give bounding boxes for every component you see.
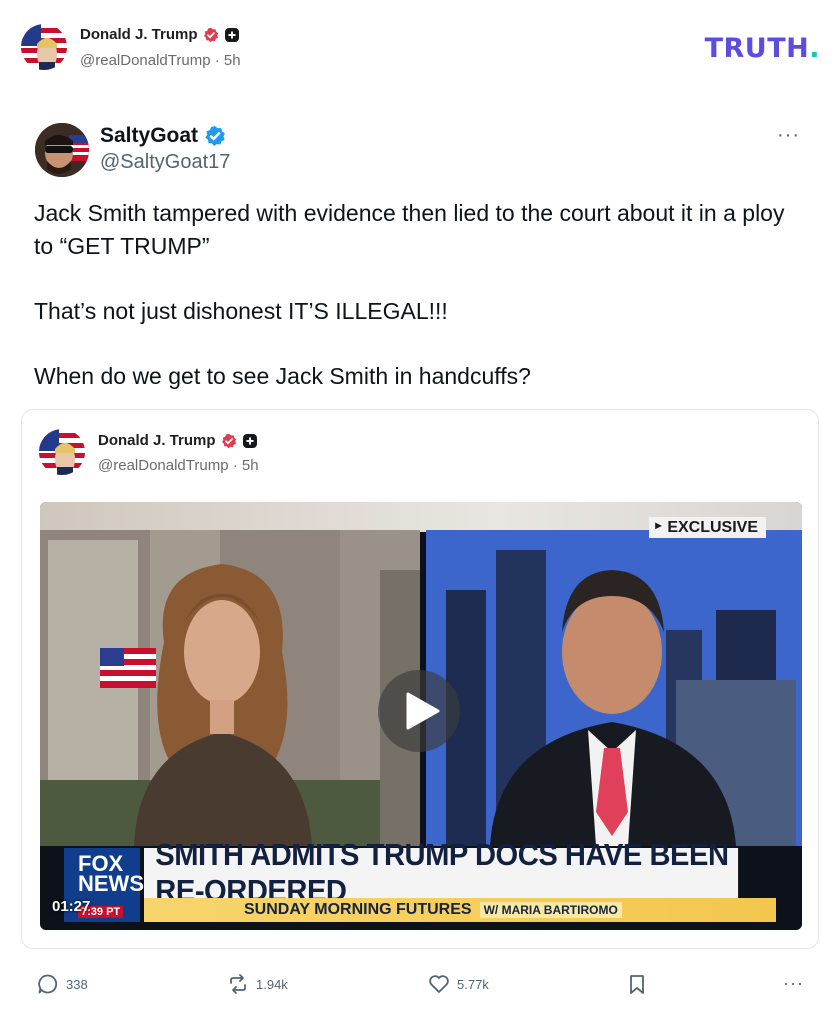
retruth-button[interactable]: 1.94k xyxy=(227,973,288,995)
more-actions-icon[interactable]: ··· xyxy=(783,973,804,994)
guest-figure xyxy=(470,552,750,846)
quoted-author-name[interactable]: Donald J. Trump xyxy=(98,432,258,449)
logo-text: TRUTH xyxy=(704,33,810,64)
plus-badge-icon xyxy=(242,433,257,448)
video-player[interactable]: EXCLUSIVE FOX NEWS 7:39 PT SMITH ADMITS … xyxy=(40,502,802,930)
like-button[interactable]: 5.77k xyxy=(428,973,489,995)
truth-social-logo[interactable]: TRUTH. xyxy=(705,33,820,64)
news-chyron: FOX NEWS 7:39 PT SMITH ADMITS TRUMP DOCS… xyxy=(64,837,776,924)
quoted-author-name-text[interactable]: Donald J. Trump xyxy=(98,432,216,449)
author-name-text[interactable]: Donald J. Trump xyxy=(80,26,198,43)
plus-badge-icon xyxy=(224,27,239,42)
page-header: Donald J. Trump @realDonaldTrump · 5h TR… xyxy=(0,0,840,100)
author-name[interactable]: Donald J. Trump xyxy=(80,26,240,43)
show-title: SUNDAY MORNING FUTURES xyxy=(244,901,472,918)
play-icon xyxy=(406,692,440,730)
anchor-figure xyxy=(124,552,320,846)
chyron-headline: SMITH ADMITS TRUMP DOCS HAVE BEEN RE-ORD… xyxy=(144,837,739,908)
post-paragraph: When do we get to see Jack Smith in hand… xyxy=(34,362,531,389)
verified-badge-icon xyxy=(205,126,225,147)
post-author-name[interactable]: SaltyGoat xyxy=(100,124,226,148)
reply-count: 338 xyxy=(66,976,88,992)
retruth-count: 1.94k xyxy=(256,976,288,992)
author-handle: @realDonaldTrump · 5h xyxy=(80,52,241,69)
play-button[interactable] xyxy=(378,670,460,752)
post-actions-bar: 338 1.94k 5.77k ··· xyxy=(0,965,840,1005)
post-paragraph: That’s not just dishonest IT’S ILLEGAL!!… xyxy=(34,297,448,324)
quoted-author-avatar[interactable] xyxy=(39,429,85,475)
heart-icon xyxy=(429,975,449,993)
logo-dot: . xyxy=(809,33,820,64)
show-host: W/ MARIA BARTIROMO xyxy=(479,902,622,918)
exclusive-label: EXCLUSIVE xyxy=(649,517,766,538)
bookmark-icon xyxy=(630,975,644,994)
post-paragraph: Jack Smith tampered with evidence then l… xyxy=(34,200,785,259)
network-logo-line2: NEWS xyxy=(78,871,144,896)
reply-icon xyxy=(38,974,58,994)
reply-button[interactable]: 338 xyxy=(37,973,88,995)
post-body: Jack Smith tampered with evidence then l… xyxy=(34,197,794,425)
post-author-name-text[interactable]: SaltyGoat xyxy=(100,124,198,148)
post-author-avatar[interactable] xyxy=(35,123,89,177)
verified-badge-icon xyxy=(221,433,236,448)
quoted-author-handle: @realDonaldTrump · 5h xyxy=(98,457,259,474)
video-duration: 01:27 xyxy=(52,898,91,915)
retruth-icon xyxy=(230,974,246,994)
verified-badge-icon xyxy=(203,27,218,42)
like-count: 5.77k xyxy=(457,976,489,992)
bookmark-button[interactable] xyxy=(626,973,648,995)
quoted-post-card[interactable]: Donald J. Trump @realDonaldTrump · 5h ▸ … xyxy=(21,409,819,949)
author-avatar[interactable] xyxy=(21,24,67,70)
post-author-handle: @SaltyGoat17 xyxy=(100,151,231,173)
chyron-show-bar: SUNDAY MORNING FUTURES W/ MARIA BARTIROM… xyxy=(144,898,776,922)
post-more-options-icon[interactable]: ··· xyxy=(777,124,800,147)
